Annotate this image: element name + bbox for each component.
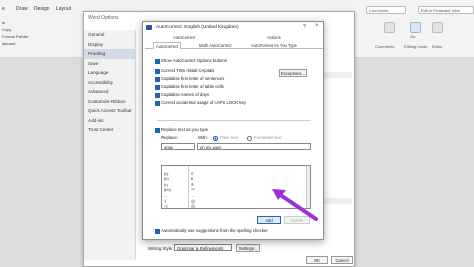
clipboard-group: le Copy Format Painter ipboard <box>2 20 28 48</box>
list-item-replace: :-( <box>164 204 168 208</box>
option-cap-days[interactable]: Capitalise names of days <box>155 92 210 98</box>
on-label: On <box>410 34 416 39</box>
list-item-with: © <box>191 172 194 176</box>
close-icon[interactable]: × <box>315 23 319 29</box>
help-icon[interactable]: ? <box>303 24 306 30</box>
protected-view-button[interactable]: Edit in Protected View <box>418 6 474 14</box>
list-item[interactable]: (e) € <box>162 177 310 182</box>
list-item-with: € <box>191 177 194 181</box>
editing-group-label: Editing mode <box>404 44 428 49</box>
editing-icon[interactable] <box>410 22 421 33</box>
autocorrect-title: AutoCorrect: English (United Kingdom) <box>156 25 239 30</box>
divider <box>157 120 311 121</box>
word-options-ok-button[interactable]: OK <box>306 256 328 264</box>
list-item-replace: (r) <box>164 183 168 187</box>
nav-item-language[interactable]: Language <box>84 68 135 78</box>
option-cap-sentences-checkbox[interactable] <box>155 76 160 82</box>
settings-button[interactable]: Settings... <box>236 244 260 252</box>
clipboard-label: ipboard <box>2 41 16 46</box>
option-cap-table-cells-checkbox[interactable] <box>155 84 160 90</box>
option-cap-sentences-label: Capitalise first letter of sentences <box>161 76 225 81</box>
menu-item-design[interactable]: Design <box>34 6 50 12</box>
plain-text-label: Plain text <box>220 135 238 140</box>
nav-item-display[interactable]: Display <box>84 40 135 50</box>
option-replace-as-you-type-label: Replace text as you type <box>161 127 209 132</box>
tab-actions[interactable]: Actions <box>265 34 283 41</box>
replace-input[interactable]: omw <box>161 143 195 150</box>
menu-item-file[interactable]: e <box>2 6 5 12</box>
list-item-with: ® <box>191 183 194 187</box>
option-cap-days-label: Capitalise names of days <box>161 92 210 97</box>
nav-item-general[interactable]: General <box>84 30 135 40</box>
nav-item-proofing[interactable]: Proofing <box>84 49 135 59</box>
option-cap-sentences[interactable]: Capitalise first letter of sentences <box>155 76 225 82</box>
writing-style-select[interactable]: Grammar & Refinements <box>174 244 232 251</box>
format-painter-label[interactable]: Format Painter <box>2 34 28 41</box>
tab-row-top: AutoCorrect Actions <box>145 34 323 41</box>
tab-math-autocorrect[interactable]: Math AutoCorrect <box>197 42 234 49</box>
list-item-with: ☹ <box>191 205 195 209</box>
protected-view-label: Edit in Protected View <box>421 8 461 13</box>
list-item-replace: (c) <box>164 172 169 176</box>
list-item-replace: (e) <box>164 177 169 181</box>
option-cap-table-cells[interactable]: Capitalise first letter of table cells <box>155 84 224 90</box>
option-two-initial-caps-label: Correct TWo INitial CApitals <box>161 68 215 73</box>
comments-button[interactable]: Comments <box>366 6 406 14</box>
tab-autoformat[interactable]: AutoCorrect <box>171 34 197 41</box>
copy-label[interactable]: Copy <box>2 27 28 34</box>
nav-item-add-ins[interactable]: Add-ins <box>84 116 135 126</box>
option-auto-suggest-label: Automatically use suggestions from the s… <box>161 228 268 233</box>
option-cap-table-cells-label: Capitalise first letter of table cells <box>161 84 224 89</box>
option-auto-suggest[interactable]: Automatically use suggestions from the s… <box>155 228 268 234</box>
comments-label: Comments <box>369 8 389 13</box>
tab-autoformat-as-you-type[interactable]: AutoFormat As You Type <box>249 42 299 49</box>
tab-row-bottom: AutoCorrect Math AutoCorrect AutoFormat … <box>145 42 323 49</box>
list-item-replace: :( <box>164 199 167 203</box>
exceptions-button[interactable]: Exceptions... <box>279 69 307 77</box>
comments-icon[interactable] <box>384 22 395 33</box>
option-replace-as-you-type-checkbox[interactable] <box>155 127 160 133</box>
plain-text-radio[interactable] <box>213 136 218 141</box>
with-input[interactable]: on my way! <box>197 143 311 150</box>
list-item-replace: ... <box>164 194 168 198</box>
with-label: With: <box>198 135 208 140</box>
option-caps-lock[interactable]: Correct accidental usage of cAPS LOCK ke… <box>155 100 247 106</box>
option-auto-suggest-checkbox[interactable] <box>155 228 160 234</box>
option-show-buttons-label: Show AutoCorrect Options buttons <box>161 58 227 63</box>
option-show-buttons[interactable]: Show AutoCorrect Options buttons <box>155 58 227 64</box>
option-two-initial-caps-checkbox[interactable] <box>155 68 160 74</box>
list-item-with: … <box>191 194 195 198</box>
formatted-text-label: Formatted text <box>254 135 282 140</box>
paste-label[interactable]: le <box>2 20 28 27</box>
option-cap-days-checkbox[interactable] <box>155 92 160 98</box>
menu-item-layout[interactable]: Layout <box>56 6 71 12</box>
word-options-nav: General Display Proofing Save Language A… <box>84 30 136 260</box>
comments-group-label: Comments <box>375 44 395 49</box>
option-two-initial-caps[interactable]: Correct TWo INitial CApitals <box>155 68 215 74</box>
annotation-arrow-icon <box>272 189 318 221</box>
writing-style-label: Writing Style: <box>148 246 174 251</box>
menu-item-draw[interactable]: Draw <box>16 6 28 12</box>
option-caps-lock-label: Correct accidental usage of cAPS LOCK ke… <box>161 100 247 105</box>
nav-item-accessibility[interactable]: Accessibility <box>84 78 135 88</box>
tab-autocorrect[interactable]: AutoCorrect <box>153 42 182 49</box>
editor-icon[interactable] <box>432 22 443 33</box>
nav-item-quick-access-toolbar[interactable]: Quick Access Toolbar <box>84 106 135 116</box>
nav-item-trust-center[interactable]: Trust Center <box>84 125 135 135</box>
option-show-buttons-checkbox[interactable] <box>155 58 160 64</box>
nav-item-customize-ribbon[interactable]: Customize Ribbon <box>84 97 135 107</box>
nav-item-save[interactable]: Save <box>84 59 135 69</box>
list-item-with: ™ <box>191 188 195 192</box>
word-options-cancel-button[interactable]: Cancel <box>331 256 353 264</box>
list-item-replace: (tm) <box>164 188 171 192</box>
formatted-text-radio[interactable] <box>247 136 252 141</box>
nav-item-advanced[interactable]: Advanced <box>84 87 135 97</box>
editor-group-label: Editor <box>432 44 443 49</box>
option-replace-as-you-type[interactable]: Replace text as you type <box>155 127 209 133</box>
option-caps-lock-checkbox[interactable] <box>155 100 160 106</box>
replace-label: Replace: <box>161 135 178 140</box>
